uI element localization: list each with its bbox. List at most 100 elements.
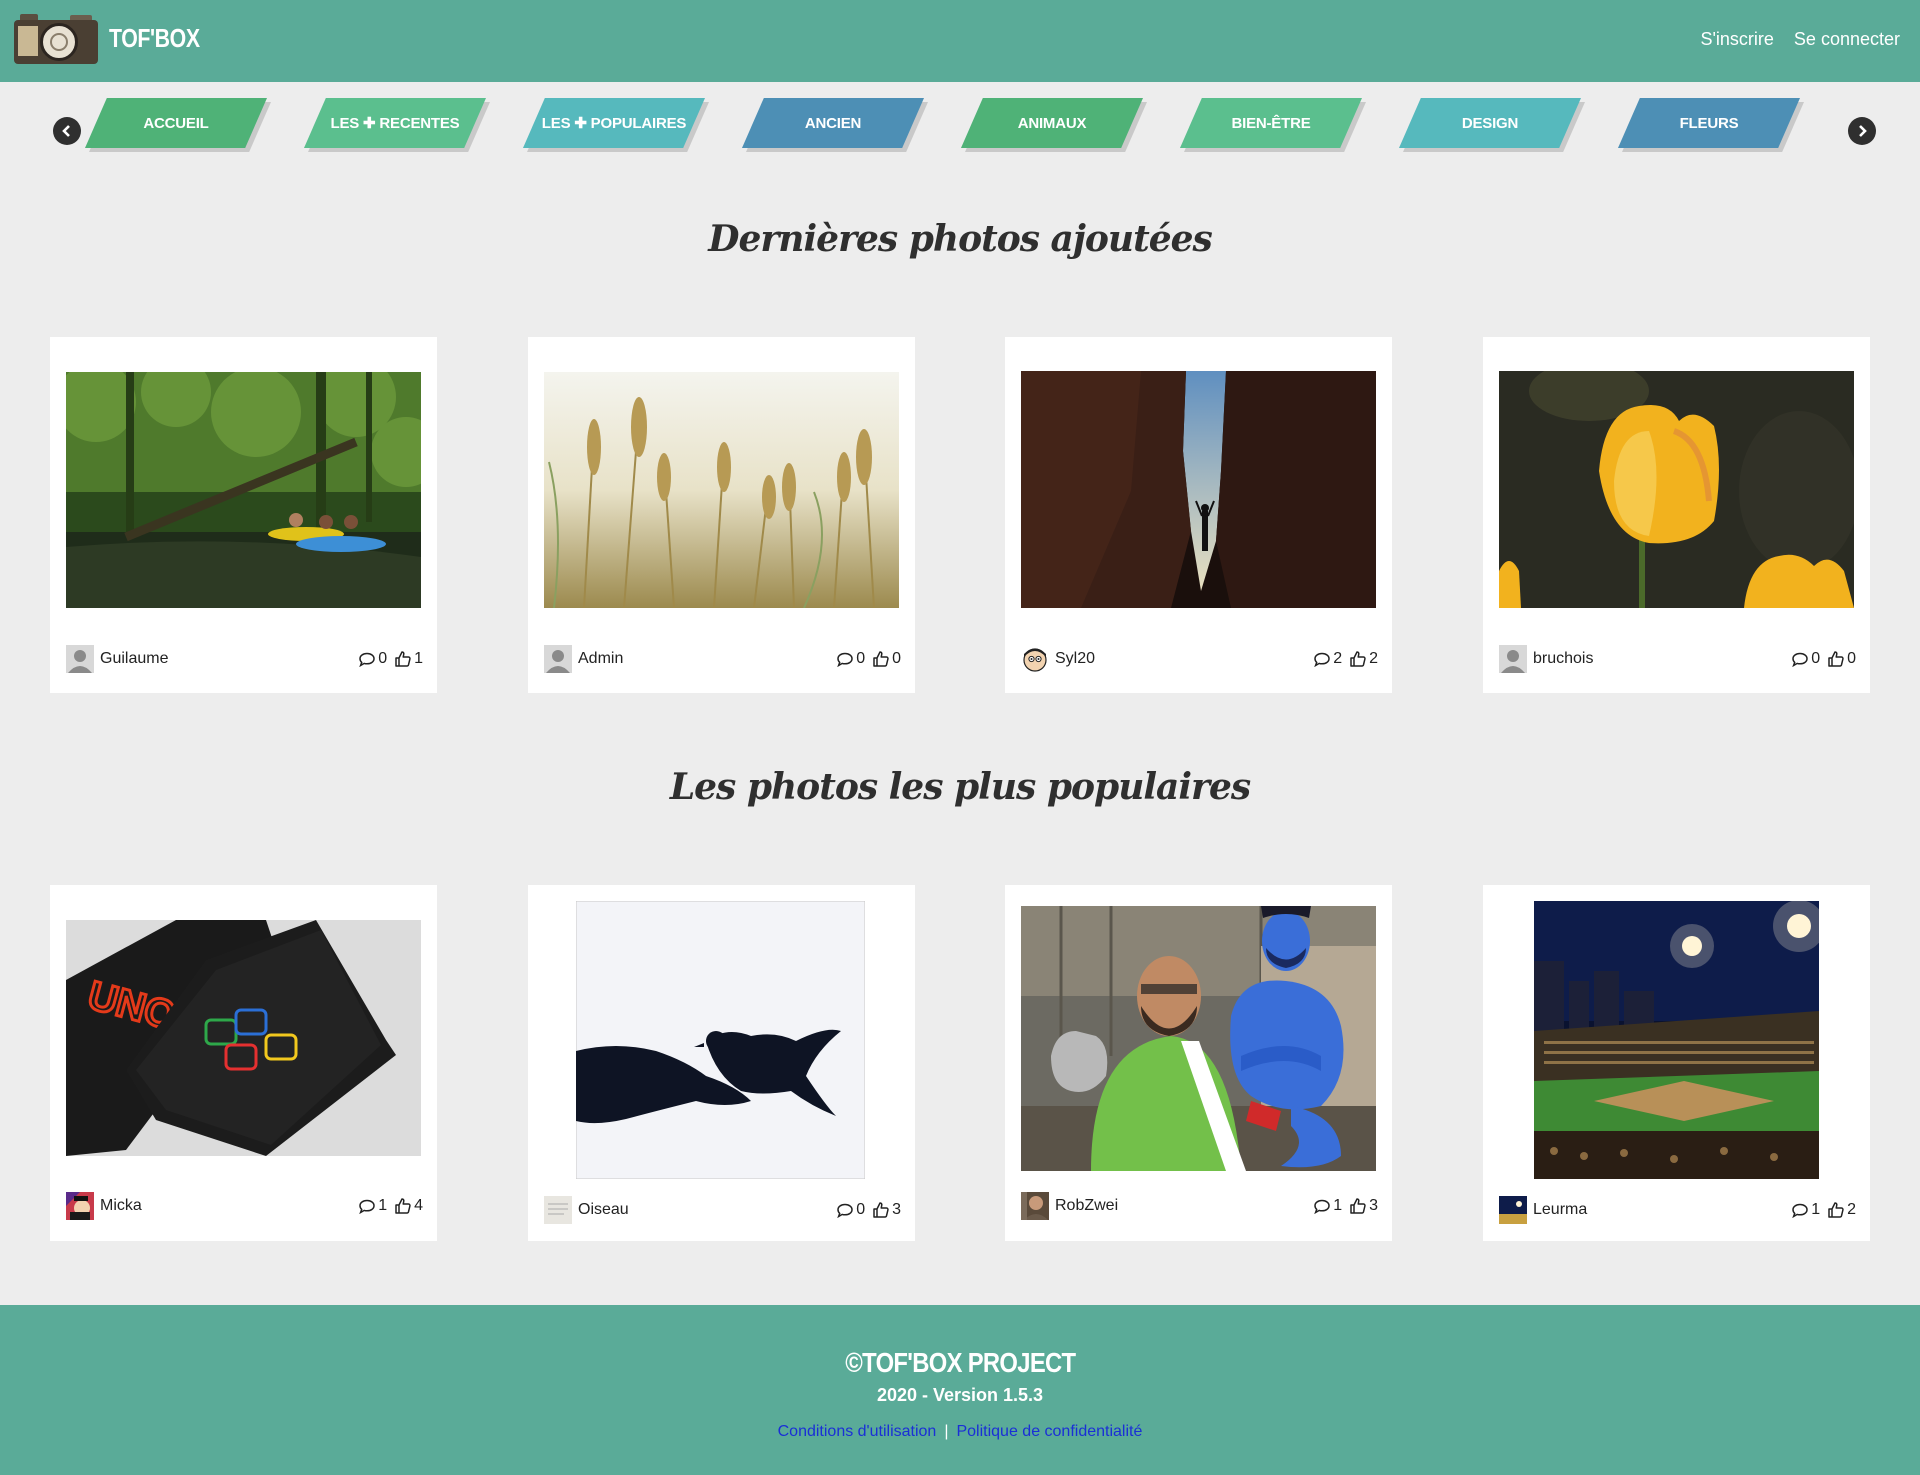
footer-separator: | [944,1423,949,1440]
user-avatar[interactable] [66,1192,94,1220]
category-tab[interactable]: ANCIEN [742,98,928,152]
username[interactable]: Oiseau [578,1201,629,1219]
category-label: ANCIEN [804,114,862,132]
genie-photo[interactable] [1021,906,1376,1171]
comment-count: 1 [1314,1197,1342,1215]
user-avatar[interactable] [66,645,94,673]
comment-icon [359,1199,375,1214]
comment-icon [1792,652,1808,667]
chevron-left-icon [62,125,70,137]
category-tab[interactable]: FLEURS [1618,98,1804,152]
thumbs-up-icon [395,1198,411,1214]
photo-card[interactable]: RobZwei 1 3 [1005,885,1392,1241]
comment-count: 0 [1792,650,1820,668]
photo-card[interactable]: Syl20 2 2 [1005,337,1392,693]
uno-cards-photo[interactable]: UNO [66,920,421,1156]
photo-card[interactable]: Guilaume 0 1 [50,337,437,693]
like-count[interactable]: 0 [1828,650,1856,668]
site-logo[interactable]: TOF'BOX [14,12,220,64]
comment-icon [1314,1199,1330,1214]
thumbs-up-icon [1350,1198,1366,1214]
comment-icon [837,652,853,667]
camera-logo-icon [14,12,98,64]
tulip-photo[interactable] [1499,371,1854,608]
thumbs-up-icon [873,651,889,667]
username[interactable]: Guilaume [100,650,168,668]
category-carousel: ACCUEIL LES ✚ RECENTES LES ✚ POPULAIRES ANC… [0,98,1920,152]
category-label: DESIGN [1461,114,1519,132]
user-avatar[interactable] [1021,1192,1049,1220]
terms-link[interactable]: Conditions d'utilisation [778,1423,937,1440]
jungle-kayak-photo[interactable] [66,372,421,608]
signup-link[interactable]: S'inscrire [1700,29,1773,50]
bird-hand-photo[interactable] [576,901,865,1179]
category-tab[interactable]: LES ✚ POPULAIRES [523,98,709,152]
photo-card[interactable]: Leurma 1 2 [1483,885,1870,1241]
photo-card[interactable]: UNO Micka 1 4 [50,885,437,1241]
category-tab[interactable]: BIEN-ÊTRE [1180,98,1366,152]
like-count[interactable]: 3 [873,1201,901,1219]
category-label: LES ✚ POPULAIRES [541,115,687,132]
top-navbar: TOF'BOX S'inscrire Se connecter [0,0,1920,82]
comment-icon [1314,652,1330,667]
comment-count: 0 [359,650,387,668]
like-count[interactable]: 1 [395,650,423,668]
category-tab[interactable]: LES ✚ RECENTES [304,98,490,152]
comment-count: 1 [1792,1201,1820,1219]
user-avatar[interactable] [1021,645,1049,673]
privacy-link[interactable]: Politique de confidentialité [956,1423,1142,1440]
comment-count: 1 [359,1197,387,1215]
carousel-next-button[interactable] [1848,117,1876,145]
user-avatar[interactable] [1499,645,1527,673]
photo-card[interactable]: Oiseau 0 3 [528,885,915,1241]
carousel-prev-button[interactable] [53,117,81,145]
canyon-photo[interactable] [1021,371,1376,608]
chevron-right-icon [1859,125,1867,137]
username[interactable]: Leurma [1533,1201,1587,1219]
user-avatar[interactable] [1499,1196,1527,1224]
category-label: FLEURS [1679,114,1739,132]
footer-title: ©TOF'BOX PROJECT [844,1347,1076,1378]
stadium-photo[interactable] [1534,901,1819,1179]
footer-version: 2020 - Version 1.5.3 [876,1385,1044,1405]
username[interactable]: Admin [578,650,623,668]
category-label: ANIMAUX [1017,114,1087,132]
latest-section-title: Dernières photos ajoutées [708,218,1213,260]
like-count[interactable]: 2 [1828,1201,1856,1219]
logo-text: TOF'BOX [109,22,200,53]
login-link[interactable]: Se connecter [1794,29,1900,50]
thumbs-up-icon [1828,1202,1844,1218]
comment-icon [1792,1203,1808,1218]
comment-count: 0 [837,650,865,668]
user-avatar[interactable] [544,1196,572,1224]
thumbs-up-icon [873,1202,889,1218]
popular-section-title: Les photos les plus populaires [669,766,1251,808]
comment-count: 2 [1314,650,1342,668]
user-avatar[interactable] [544,645,572,673]
username[interactable]: Micka [100,1197,142,1215]
comment-icon [359,652,375,667]
category-label: LES ✚ RECENTES [330,115,460,132]
photo-card[interactable]: Admin 0 0 [528,337,915,693]
comment-icon [837,1203,853,1218]
like-count[interactable]: 4 [395,1197,423,1215]
footer-links: Conditions d'utilisation | Politique de co… [0,1423,1920,1441]
like-count[interactable]: 0 [873,650,901,668]
wheat-field-photo[interactable] [544,372,899,608]
category-tab[interactable]: DESIGN [1399,98,1585,152]
category-label: BIEN-ÊTRE [1231,114,1311,132]
like-count[interactable]: 2 [1350,650,1378,668]
thumbs-up-icon [1828,651,1844,667]
username[interactable]: RobZwei [1055,1197,1118,1215]
category-tab[interactable]: ACCUEIL [85,98,271,152]
thumbs-up-icon [395,651,411,667]
footer: ©TOF'BOX PROJECT 2020 - Version 1.5.3 Co… [0,1305,1920,1475]
thumbs-up-icon [1350,651,1366,667]
photo-card[interactable]: bruchois 0 0 [1483,337,1870,693]
username[interactable]: Syl20 [1055,650,1095,668]
like-count[interactable]: 3 [1350,1197,1378,1215]
category-label: ACCUEIL [143,114,209,132]
category-tab[interactable]: ANIMAUX [961,98,1147,152]
comment-count: 0 [837,1201,865,1219]
username[interactable]: bruchois [1533,650,1593,668]
